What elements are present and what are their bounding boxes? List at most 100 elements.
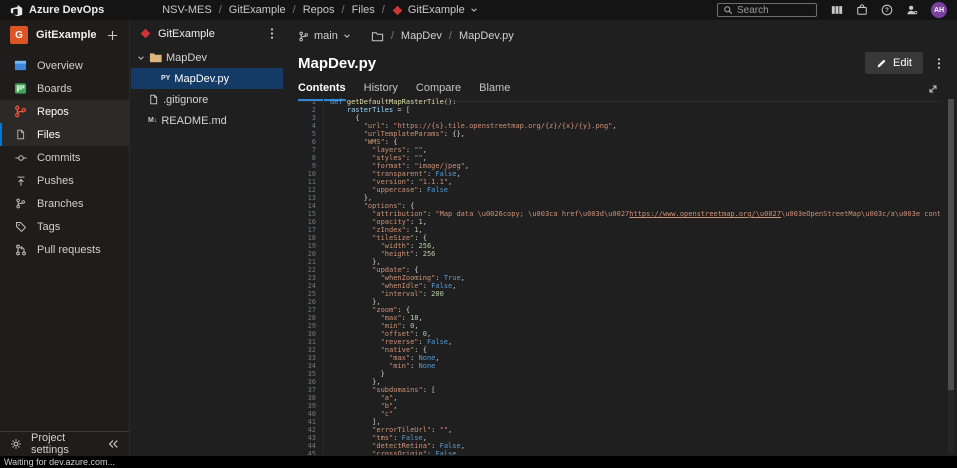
add-project-button[interactable] <box>106 29 119 42</box>
line-number: 13 <box>298 194 323 202</box>
code-line: 4 "url": "https://{s}.tile.openstreetmap… <box>298 122 940 130</box>
sidebar-item-pull-requests[interactable]: Pull requests <box>0 238 129 261</box>
code-line: 23 "whenZooming": True, <box>298 274 940 282</box>
code-line: 5 "urlTemplateParams": {}, <box>298 130 940 138</box>
code-text: "interval": 200 <box>323 290 940 298</box>
sidebar-item-boards[interactable]: Boards <box>0 77 129 100</box>
line-number: 37 <box>298 386 323 394</box>
branch-selector[interactable]: main <box>314 30 338 42</box>
code-line: 40 "c" <box>298 410 940 418</box>
azure-devops-logo-icon[interactable] <box>10 4 23 17</box>
repo-picker[interactable]: GitExample <box>131 20 283 47</box>
sidebar-item-repos[interactable]: Repos <box>0 100 129 123</box>
project-settings-button[interactable]: Project settings <box>0 431 129 456</box>
folder-icon[interactable] <box>371 30 384 43</box>
breadcrumb-repo-selector[interactable]: GitExample <box>392 4 478 16</box>
collapse-sidebar-icon[interactable] <box>107 438 119 450</box>
code-line: 35 } <box>298 370 940 378</box>
line-number: 41 <box>298 418 323 426</box>
code-line: 38 "a", <box>298 394 940 402</box>
file-type-badge: M↓ <box>148 117 157 124</box>
help-button[interactable]: ? <box>881 4 893 16</box>
code-text: }, <box>323 378 940 386</box>
line-number: 2 <box>298 106 323 114</box>
code-viewer[interactable]: 1def getDefaultMapRasterTile():2 rasterT… <box>298 98 940 455</box>
chevron-down-icon[interactable] <box>343 32 351 40</box>
code-line: 39 "b", <box>298 402 940 410</box>
code-line: 15 "attribution": "Map data \u0026copy; … <box>298 210 940 218</box>
avatar[interactable]: AH <box>931 2 947 18</box>
diamond-icon <box>392 5 403 16</box>
code-text: "b", <box>323 402 940 410</box>
code-text: "version": "1.1.1", <box>323 178 940 186</box>
path-separator: / <box>391 30 394 42</box>
code-text: "tileSize": { <box>323 234 940 242</box>
line-number: 22 <box>298 266 323 274</box>
bag-button[interactable] <box>856 4 868 16</box>
edit-button[interactable]: Edit <box>865 52 923 74</box>
code-text: "attribution": "Map data \u0026copy; \u0… <box>323 210 940 218</box>
breadcrumb: NSV-MES/GitExample/Repos/Files/GitExampl… <box>162 4 478 16</box>
line-number: 28 <box>298 314 323 322</box>
sidebar-item-pushes[interactable]: Pushes <box>0 169 129 192</box>
repo-more-options-icon[interactable] <box>270 27 274 40</box>
code-scrollbar[interactable] <box>948 99 954 454</box>
search-icon <box>723 5 733 15</box>
search-input[interactable] <box>737 5 807 16</box>
code-line: 44 "detectRetina": False, <box>298 442 940 450</box>
code-line: 31 "reverse": False, <box>298 338 940 346</box>
code-text: "height": 256 <box>323 250 940 258</box>
code-line: 32 "native": { <box>298 346 940 354</box>
line-number: 15 <box>298 210 323 218</box>
line-number: 20 <box>298 250 323 258</box>
line-number: 12 <box>298 186 323 194</box>
code-line: 9 "format": "image/jpeg", <box>298 162 940 170</box>
sidebar-item-label: Pushes <box>37 175 74 187</box>
user-settings-icon <box>906 4 918 16</box>
breadcrumb-item-repos[interactable]: Repos <box>303 4 335 16</box>
code-line: 41 ], <box>298 418 940 426</box>
chevron-down-icon <box>470 6 478 14</box>
code-text: "width": 256, <box>323 242 940 250</box>
tree-item-readme-md[interactable]: M↓README.md <box>131 110 283 131</box>
project-header[interactable]: G GitExample <box>0 20 129 50</box>
code-line: 1def getDefaultMapRasterTile(): <box>298 98 940 106</box>
code-text: }, <box>323 298 940 306</box>
repo-diamond-icon <box>140 28 151 39</box>
code-line: 10 "transparent": False, <box>298 170 940 178</box>
line-number: 7 <box>298 146 323 154</box>
tree-item-gitignore[interactable]: .gitignore <box>131 89 283 110</box>
sidebar-item-tags[interactable]: Tags <box>0 215 129 238</box>
line-number: 18 <box>298 234 323 242</box>
code-text: "transparent": False, <box>323 170 940 178</box>
branch-icon <box>14 198 27 209</box>
sidebar-item-branches[interactable]: Branches <box>0 192 129 215</box>
more-options-icon[interactable] <box>937 57 941 70</box>
breadcrumb-item-gitexample[interactable]: GitExample <box>229 4 286 16</box>
line-number: 4 <box>298 122 323 130</box>
path-item-mapdev[interactable]: MapDev <box>401 30 442 42</box>
line-number: 32 <box>298 346 323 354</box>
path-item-mapdev-py[interactable]: MapDev.py <box>459 30 514 42</box>
breadcrumb-item-nsv-mes[interactable]: NSV-MES <box>162 4 212 16</box>
code-text: "subdomains": [ <box>323 386 940 394</box>
breadcrumb-item-files[interactable]: Files <box>352 4 375 16</box>
sidebar-item-commits[interactable]: Commits <box>0 146 129 169</box>
file-icon <box>14 129 27 140</box>
fullscreen-icon[interactable] <box>927 83 939 95</box>
bag-icon <box>856 4 868 16</box>
main-content: main /MapDev/MapDev.py MapDev.py Edit Co… <box>283 20 957 468</box>
sidebar-item-overview[interactable]: Overview <box>0 54 129 77</box>
status-text: Waiting for dev.azure.com... <box>4 457 115 467</box>
line-number: 6 <box>298 138 323 146</box>
sidebar-item-files[interactable]: Files <box>0 123 129 146</box>
user-settings-button[interactable] <box>906 4 918 16</box>
tree-item-mapdev[interactable]: MapDev <box>131 47 283 68</box>
project-name: GitExample <box>36 29 98 41</box>
tree-item-mapdev-py[interactable]: PYMapDev.py <box>131 68 283 89</box>
grid-button[interactable] <box>831 4 843 16</box>
search-box[interactable] <box>717 3 817 17</box>
chevron-down-icon[interactable] <box>137 54 145 62</box>
line-number: 43 <box>298 434 323 442</box>
line-number: 38 <box>298 394 323 402</box>
